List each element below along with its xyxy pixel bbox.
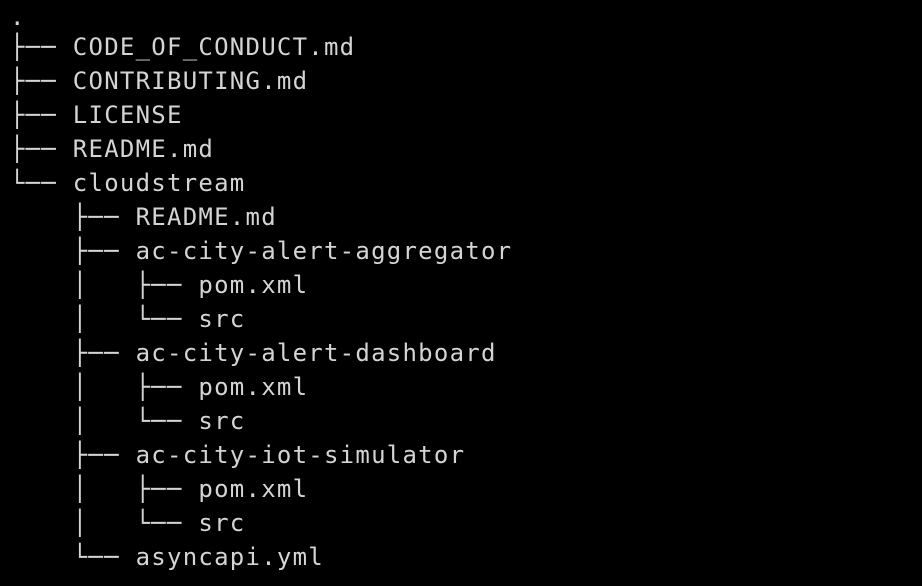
- file-entry: CONTRIBUTING.md: [72, 67, 309, 95]
- tree-branch: ├──: [10, 101, 73, 129]
- tree-branch: ├──: [10, 33, 73, 61]
- directory-entry: ac-city-alert-aggregator: [135, 237, 513, 265]
- tree-branch: ├──: [10, 339, 136, 367]
- directory-entry: ac-city-alert-dashboard: [135, 339, 497, 367]
- file-entry: pom.xml: [198, 271, 309, 299]
- tree-branch: └──: [10, 169, 73, 197]
- tree-line: ├── CONTRIBUTING.md: [10, 64, 308, 98]
- tree-root: .: [10, 3, 26, 31]
- tree-line: ├── README.md: [10, 132, 214, 166]
- tree-branch: ├──: [10, 203, 136, 231]
- tree-line: └── asyncapi.yml: [10, 540, 324, 574]
- tree-branch: ├──: [10, 135, 73, 163]
- tree-line: ├── ac-city-iot-simulator: [10, 438, 465, 472]
- tree-branch: │ ├──: [10, 475, 199, 503]
- tree-branch: └──: [10, 543, 136, 571]
- directory-entry: src: [198, 509, 246, 537]
- tree-line: │ └── src: [10, 302, 246, 336]
- tree-line: │ └── src: [10, 506, 246, 540]
- file-entry: asyncapi.yml: [135, 543, 324, 571]
- tree-branch: │ └──: [10, 305, 199, 333]
- file-entry: pom.xml: [198, 475, 309, 503]
- tree-line: └── cloudstream: [10, 166, 246, 200]
- tree-line: ├── LICENSE: [10, 98, 183, 132]
- file-entry: CODE_OF_CONDUCT.md: [72, 33, 356, 61]
- file-entry: LICENSE: [72, 101, 183, 129]
- tree-branch: │ ├──: [10, 271, 199, 299]
- file-entry: pom.xml: [198, 373, 309, 401]
- directory-entry: cloudstream: [72, 169, 246, 197]
- tree-line: │ ├── pom.xml: [10, 370, 308, 404]
- directory-entry: src: [198, 407, 246, 435]
- file-entry: README.md: [72, 135, 215, 163]
- tree-branch: │ └──: [10, 407, 199, 435]
- tree-line: ├── ac-city-alert-aggregator: [10, 234, 512, 268]
- file-entry: README.md: [135, 203, 277, 231]
- tree-line: │ └── src: [10, 404, 246, 438]
- directory-entry: ac-city-iot-simulator: [135, 441, 466, 469]
- tree-branch: ├──: [10, 237, 136, 265]
- tree-line: │ ├── pom.xml: [10, 472, 308, 506]
- tree-line: ├── ac-city-alert-dashboard: [10, 336, 497, 370]
- terminal-window: . ├── CODE_OF_CONDUCT.md ├── CONTRIBUTIN…: [0, 0, 922, 586]
- tree-line: ├── CODE_OF_CONDUCT.md: [10, 30, 355, 64]
- tree-branch: │ ├──: [10, 373, 199, 401]
- tree-branch: ├──: [10, 67, 73, 95]
- tree-branch: ├──: [10, 441, 136, 469]
- tree-line: ├── README.md: [10, 200, 277, 234]
- directory-entry: src: [198, 305, 246, 333]
- tree-branch: │ └──: [10, 509, 199, 537]
- tree-line: │ ├── pom.xml: [10, 268, 308, 302]
